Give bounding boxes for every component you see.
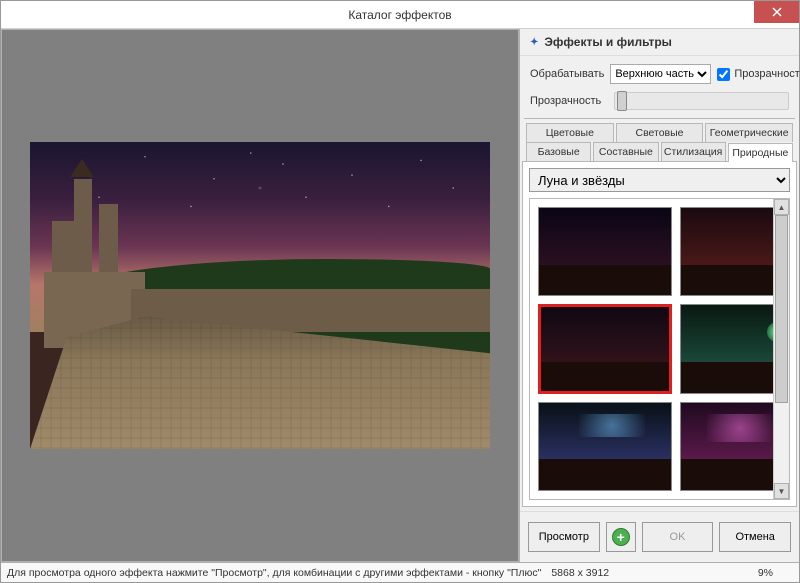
scroll-track[interactable] <box>774 215 789 483</box>
tab-basic[interactable]: Базовые <box>526 142 591 161</box>
slider-thumb[interactable] <box>617 91 627 111</box>
tab-light[interactable]: Световые <box>616 123 704 142</box>
status-dimensions: 5868 x 3912 <box>551 567 609 579</box>
transparency-slider-label: Прозрачность <box>530 95 608 107</box>
transparency-checkbox-group: Прозрачность <box>717 68 800 81</box>
plus-button[interactable]: + <box>606 522 636 552</box>
preview-image <box>30 142 490 449</box>
process-label: Обрабатывать <box>530 68 604 80</box>
thumbs-grid <box>530 199 773 499</box>
tab-composite[interactable]: Составные <box>593 142 658 161</box>
controls: Обрабатывать Верхнюю часть Прозрачность … <box>520 56 799 118</box>
tab-color[interactable]: Цветовые <box>526 123 614 142</box>
panel-title: Эффекты и фильтры <box>544 35 672 49</box>
button-row: Просмотр + OK Отмена <box>520 511 799 562</box>
tab-content: Луна и звёзды ▲ ▼ <box>522 161 797 507</box>
statusbar: Для просмотра одного эффекта нажмите "Пр… <box>1 562 799 582</box>
transparency-check-label: Прозрачность <box>734 68 800 80</box>
status-percent: 9% <box>758 567 773 579</box>
transparency-checkbox[interactable] <box>717 68 730 81</box>
effect-thumb[interactable] <box>538 402 672 491</box>
side-panel: ✦ Эффекты и фильтры Обрабатывать Верхнюю… <box>519 29 799 562</box>
sparkle-icon: ✦ <box>530 37 538 48</box>
close-icon <box>772 7 782 17</box>
tab-stylize[interactable]: Стилизация <box>661 142 726 161</box>
effect-select[interactable]: Луна и звёзды <box>529 168 790 192</box>
scroll-down-button[interactable]: ▼ <box>774 483 789 499</box>
scroll-thumb[interactable] <box>775 215 788 403</box>
plus-icon: + <box>612 528 630 546</box>
titlebar: Каталог эффектов <box>1 1 799 29</box>
close-button[interactable] <box>754 1 799 23</box>
panel-header: ✦ Эффекты и фильтры <box>520 29 799 56</box>
process-select[interactable]: Верхнюю часть <box>610 64 711 84</box>
transparency-slider[interactable] <box>614 92 789 110</box>
effects-catalog-window: Каталог эффектов ✦ Эффекты <box>0 0 800 583</box>
tab-geometric[interactable]: Геометрические <box>705 123 793 142</box>
preview-pane <box>1 29 519 562</box>
effect-thumb[interactable] <box>680 402 773 491</box>
transparency-row: Прозрачность <box>530 92 789 110</box>
cancel-button[interactable]: Отмена <box>719 522 791 552</box>
tabs: Цветовые Световые Геометрические Базовые… <box>524 118 795 161</box>
tab-row-1: Цветовые Световые Геометрические <box>524 123 795 142</box>
status-hint: Для просмотра одного эффекта нажмите "Пр… <box>7 567 541 579</box>
tab-row-2: Базовые Составные Стилизация Природные <box>524 142 795 161</box>
window-title: Каталог эффектов <box>1 8 799 22</box>
preview-button[interactable]: Просмотр <box>528 522 600 552</box>
tab-natural[interactable]: Природные <box>728 143 793 162</box>
effect-thumb[interactable] <box>680 207 773 296</box>
effect-thumb[interactable] <box>680 304 773 393</box>
thumbs-container: ▲ ▼ <box>529 198 790 500</box>
process-row: Обрабатывать Верхнюю часть Прозрачность <box>530 64 789 84</box>
thumbs-scrollbar[interactable]: ▲ ▼ <box>773 199 789 499</box>
ok-button[interactable]: OK <box>642 522 714 552</box>
dialog-body: ✦ Эффекты и фильтры Обрабатывать Верхнюю… <box>1 29 799 562</box>
effect-thumb-selected[interactable] <box>538 304 672 393</box>
scroll-up-button[interactable]: ▲ <box>774 199 789 215</box>
effect-thumb[interactable] <box>538 207 672 296</box>
